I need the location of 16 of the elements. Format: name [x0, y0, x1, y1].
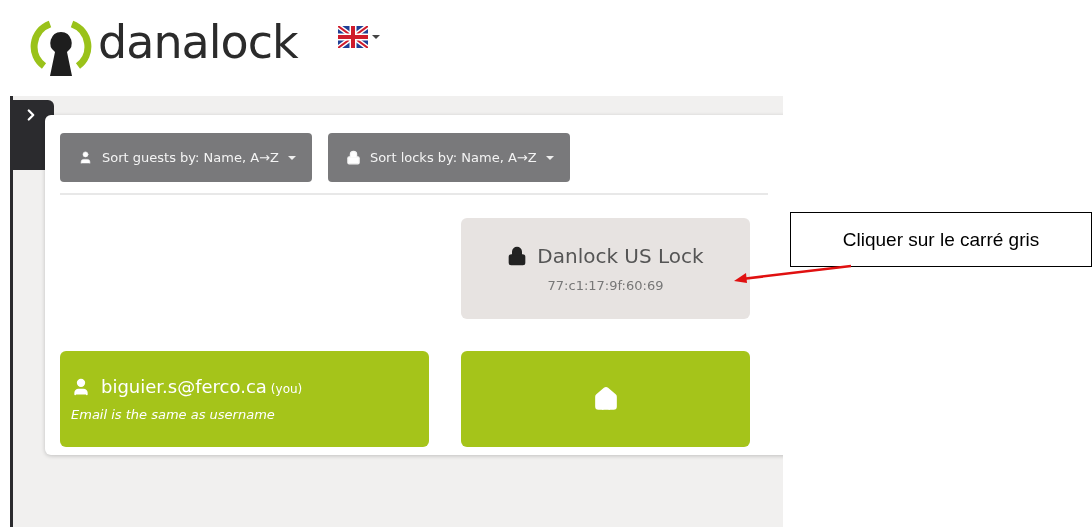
sort-dropdown[interactable]: Sort guests by: Name, A→Z	[60, 133, 312, 182]
user-note: Email is the same as username	[71, 407, 275, 422]
house-icon	[592, 386, 619, 412]
language-selector[interactable]	[337, 26, 380, 48]
sort-dropdown[interactable]: Sort locks by: Name, A→Z	[327, 133, 570, 182]
padlock-icon	[345, 150, 361, 165]
flag-icon	[337, 26, 368, 48]
user-icon	[71, 376, 91, 397]
logo-text: danalock	[98, 15, 298, 71]
lock-card[interactable]: Danlock US Lock 77:c1:17:9f:60:69	[461, 218, 750, 319]
mac-address: 77:c1:17:9f:60:69	[547, 278, 664, 293]
padlock-icon	[507, 246, 528, 266]
lock-name: Danlock US Lock	[537, 244, 704, 268]
person-icon	[78, 150, 93, 165]
user-email: biguier.s@ferco.ca (you)	[101, 376, 303, 397]
annotation-callout: Cliquer sur le carré gris	[790, 212, 1092, 267]
